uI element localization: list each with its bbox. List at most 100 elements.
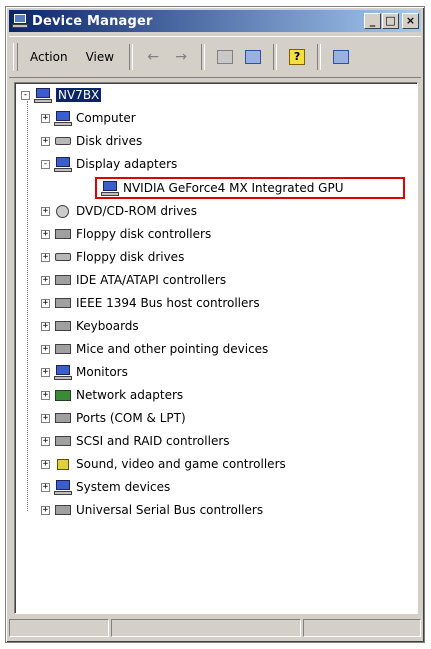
expand-toggle[interactable]: +	[41, 482, 50, 492]
collapse-toggle[interactable]: -	[41, 159, 50, 169]
floppy-drive-icon	[54, 249, 72, 265]
toolbar: Action View ← → ?	[9, 36, 421, 78]
device-manager-window: Device Manager _ □ × Action View ← → ? -…	[5, 6, 425, 643]
tree-item-disk-drives[interactable]: + Disk drives	[41, 131, 142, 151]
tree-root-label: NV7BX	[56, 88, 102, 102]
toolbar-separator	[273, 44, 278, 70]
tree-item-label: SCSI and RAID controllers	[76, 434, 230, 448]
status-panel	[303, 619, 421, 637]
expand-toggle[interactable]: +	[41, 413, 50, 423]
monitor-icon	[54, 156, 72, 172]
tree-item-label: Universal Serial Bus controllers	[76, 503, 264, 517]
tree-item-ide-controllers[interactable]: + IDE ATA/ATAPI controllers	[41, 270, 226, 290]
forward-arrow-icon[interactable]: →	[170, 46, 192, 68]
expand-toggle[interactable]: +	[41, 229, 50, 239]
menu-view[interactable]: View	[77, 48, 123, 66]
properties-icon[interactable]	[242, 46, 264, 68]
toolbar-separator	[201, 44, 206, 70]
tree-root[interactable]: - NV7BX	[21, 85, 102, 105]
tree-item-label: Monitors	[76, 365, 128, 379]
expand-toggle[interactable]: +	[41, 113, 50, 123]
tree-item-keyboards[interactable]: + Keyboards	[41, 316, 139, 336]
device-manager-icon	[12, 14, 28, 28]
network-icon	[54, 387, 72, 403]
tree-item-label: Keyboards	[76, 319, 139, 333]
collapse-toggle[interactable]: -	[21, 90, 30, 100]
tree-item-label: NVIDIA GeForce4 MX Integrated GPU	[123, 181, 344, 195]
tree-item-label: Computer	[76, 111, 136, 125]
tree-item-label: DVD/CD-ROM drives	[76, 204, 198, 218]
tree-item-floppy-controllers[interactable]: + Floppy disk controllers	[41, 224, 211, 244]
tree-item-floppy-drives[interactable]: + Floppy disk drives	[41, 247, 184, 267]
tree-item-label: Ports (COM & LPT)	[76, 411, 186, 425]
monitor-icon	[54, 364, 72, 380]
tree-item-label: Sound, video and game controllers	[76, 457, 286, 471]
tree-item-usb-controllers[interactable]: + Universal Serial Bus controllers	[41, 500, 263, 520]
tree-item-ports[interactable]: + Ports (COM & LPT)	[41, 408, 186, 428]
tree-item-mice[interactable]: + Mice and other pointing devices	[41, 339, 268, 359]
expand-toggle[interactable]: +	[41, 390, 50, 400]
expand-toggle[interactable]: +	[41, 436, 50, 446]
cdrom-icon	[54, 203, 72, 219]
tree-item-monitors[interactable]: + Monitors	[41, 362, 128, 382]
expand-toggle[interactable]: +	[41, 298, 50, 308]
tree-item-scsi-raid[interactable]: + SCSI and RAID controllers	[41, 431, 230, 451]
controller-icon	[54, 272, 72, 288]
toolbar-separator	[317, 44, 322, 70]
tree-item-label: Display adapters	[76, 157, 178, 171]
expand-toggle[interactable]: +	[41, 321, 50, 331]
tree-item-network-adapters[interactable]: + Network adapters	[41, 385, 183, 405]
computer-icon	[54, 479, 72, 495]
expand-toggle[interactable]: +	[41, 505, 50, 515]
expand-toggle[interactable]: +	[41, 136, 50, 146]
expand-toggle[interactable]: +	[41, 252, 50, 262]
status-panel	[111, 619, 301, 637]
keyboard-icon	[54, 318, 72, 334]
tree-item-system-devices[interactable]: + System devices	[41, 477, 170, 497]
title-bar[interactable]: Device Manager _ □ ×	[9, 10, 421, 32]
toolbar-separator	[129, 44, 134, 70]
tree-item-sound-video-game[interactable]: + Sound, video and game controllers	[41, 454, 286, 474]
tree-item-label: Floppy disk drives	[76, 250, 185, 264]
expand-toggle[interactable]: +	[41, 367, 50, 377]
tree-item-ieee1394[interactable]: + IEEE 1394 Bus host controllers	[41, 293, 260, 313]
status-panel	[9, 619, 109, 637]
usb-icon	[54, 502, 72, 518]
help-icon[interactable]: ?	[286, 46, 308, 68]
tree-item-computer[interactable]: + Computer	[41, 108, 136, 128]
toolbar-grip[interactable]	[13, 43, 18, 71]
tree-item-display-adapters[interactable]: - Display adapters	[41, 154, 177, 174]
view-icon[interactable]	[214, 46, 236, 68]
computer-icon	[54, 110, 72, 126]
tree-item-label: IEEE 1394 Bus host controllers	[76, 296, 260, 310]
computer-icon	[34, 87, 52, 103]
maximize-button[interactable]: □	[382, 13, 399, 29]
sound-icon	[54, 456, 72, 472]
expand-toggle[interactable]: +	[41, 344, 50, 354]
display-adapter-icon	[101, 180, 119, 196]
tree-item-dvd-cdrom[interactable]: + DVD/CD-ROM drives	[41, 201, 197, 221]
back-arrow-icon[interactable]: ←	[142, 46, 164, 68]
mouse-icon	[54, 341, 72, 357]
tree-item-label: Disk drives	[76, 134, 143, 148]
controller-icon	[54, 295, 72, 311]
disk-drive-icon	[54, 133, 72, 149]
menu-action[interactable]: Action	[21, 48, 77, 66]
controller-icon	[54, 433, 72, 449]
tree-item-label: Network adapters	[76, 388, 184, 402]
expand-toggle[interactable]: +	[41, 206, 50, 216]
tree-item-nvidia-gpu[interactable]: NVIDIA GeForce4 MX Integrated GPU	[101, 178, 344, 198]
scan-hardware-icon[interactable]	[330, 46, 352, 68]
tree-item-label: System devices	[76, 480, 171, 494]
window-title: Device Manager	[32, 13, 153, 29]
close-button[interactable]: ×	[402, 13, 419, 29]
minimize-button[interactable]: _	[364, 13, 381, 29]
tree-line	[27, 101, 28, 511]
tree-item-label: Floppy disk controllers	[76, 227, 212, 241]
expand-toggle[interactable]: +	[41, 459, 50, 469]
port-icon	[54, 410, 72, 426]
controller-icon	[54, 226, 72, 242]
device-tree[interactable]: - NV7BX + Computer + Disk drives - Displ…	[14, 82, 418, 614]
tree-item-label: Mice and other pointing devices	[76, 342, 269, 356]
expand-toggle[interactable]: +	[41, 275, 50, 285]
